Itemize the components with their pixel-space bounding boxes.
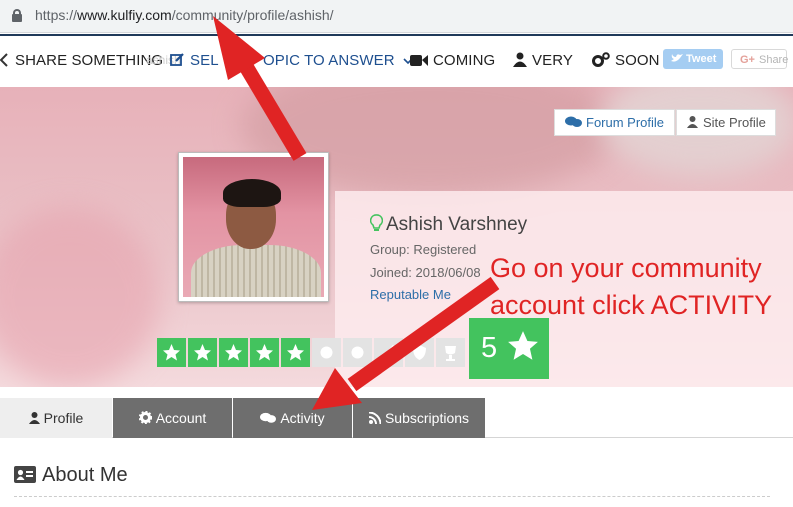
gears-icon xyxy=(592,52,610,67)
about-me-heading: About Me xyxy=(14,464,128,487)
google-share-label: Share xyxy=(758,54,789,66)
star-filled xyxy=(219,338,248,367)
user-icon xyxy=(513,52,527,67)
nav-soon-label: SOON xyxy=(615,52,660,69)
star-icon xyxy=(256,344,273,361)
google-plus-icon: G+ xyxy=(740,54,755,66)
url-host: www.kulfiy.com xyxy=(77,7,172,23)
nav-topic-label: OPIC TO ANSWER xyxy=(263,52,395,69)
profile-group: Group: Registered xyxy=(370,242,477,257)
tab-profile[interactable]: Profile xyxy=(0,398,112,438)
browser-address-bar[interactable]: https://www.kulfiy.com/community/profile… xyxy=(0,0,793,33)
profile-rank-link[interactable]: Reputable Me xyxy=(370,287,451,302)
forum-profile-button[interactable]: Forum Profile xyxy=(554,109,675,136)
shield-badge-icon xyxy=(413,345,426,360)
star-icon xyxy=(163,344,180,361)
address-url[interactable]: https://www.kulfiy.com/community/profile… xyxy=(35,7,334,23)
tweet-button[interactable]: Tweet xyxy=(663,49,723,69)
url-scheme: https:// xyxy=(35,7,78,23)
avatar-photo xyxy=(183,157,324,297)
nav-very-label: VERY xyxy=(532,52,573,69)
tweet-label: Tweet xyxy=(686,53,717,65)
sun-badge-icon xyxy=(320,346,333,359)
url-path: /community/profile/ashish/ xyxy=(171,7,334,23)
profile-name: Ashish Varshney xyxy=(370,214,527,236)
profile-joined: Joined: 2018/06/08 xyxy=(370,265,481,280)
forum-profile-label: Forum Profile xyxy=(586,115,665,130)
star-filled xyxy=(281,338,310,367)
rating-value: 5 xyxy=(481,332,498,364)
lightbulb-icon xyxy=(370,214,383,231)
tab-subscriptions[interactable]: Subscriptions xyxy=(353,398,485,438)
comments-icon xyxy=(565,116,582,127)
badge-empty xyxy=(312,338,341,367)
nav-select-topic[interactable]: SEL xyxy=(170,52,219,69)
tab-account-label: Account xyxy=(155,410,207,426)
section-divider xyxy=(14,496,770,497)
rss-icon xyxy=(368,412,381,424)
site-profile-label: Site Profile xyxy=(703,115,766,130)
star-filled xyxy=(188,338,217,367)
user-icon xyxy=(28,412,40,424)
site-profile-button[interactable]: Site Profile xyxy=(676,109,776,136)
nav-coming[interactable]: COMING xyxy=(410,52,495,69)
star-filled xyxy=(157,338,186,367)
annotation-line-2: account click ACTIVITY xyxy=(490,290,773,320)
comments-icon xyxy=(260,412,277,423)
badge-empty xyxy=(436,338,465,367)
gear-icon xyxy=(138,411,152,424)
id-card-icon xyxy=(14,466,36,483)
trophy-badge-icon xyxy=(445,346,456,361)
star-icon xyxy=(287,344,304,361)
video-camera-icon xyxy=(410,55,428,66)
tab-account[interactable]: Account xyxy=(113,398,232,438)
star-icon xyxy=(508,331,539,360)
nav-select-label: SEL xyxy=(190,52,219,69)
profile-tabs: Profile Account Activity Subscriptions xyxy=(0,398,793,438)
badge-empty xyxy=(405,338,434,367)
about-me-title: About Me xyxy=(42,464,128,486)
sun-badge-icon xyxy=(351,346,364,359)
nav-very[interactable]: VERY xyxy=(513,52,573,69)
annotation-line-1: Go on your community xyxy=(490,253,762,283)
twitter-bird-icon xyxy=(671,54,683,62)
tab-subscriptions-label: Subscriptions xyxy=(384,410,470,426)
edit-icon xyxy=(170,53,184,66)
tab-activity-label: Activity xyxy=(280,410,325,426)
nav-soon[interactable]: SOON xyxy=(592,52,660,69)
nav-share-label: SHARE SOMETHING xyxy=(15,52,164,69)
profile-name-text: Ashish Varshney xyxy=(386,214,528,235)
nav-topic-to-answer[interactable]: OPIC TO ANSWER xyxy=(263,52,413,69)
star-icon xyxy=(194,344,211,361)
tab-activity[interactable]: Activity xyxy=(233,398,352,438)
lock-icon xyxy=(12,9,22,22)
cover-blur-shape xyxy=(0,207,160,387)
badge-empty xyxy=(343,338,372,367)
badge-empty xyxy=(374,338,403,367)
google-share-button[interactable]: G+ Share xyxy=(731,49,789,69)
nav-share-something[interactable]: SHARE SOMETHING xyxy=(0,52,163,69)
share-icon xyxy=(0,53,8,67)
user-icon xyxy=(687,116,698,128)
star-icon xyxy=(225,344,242,361)
star-filled xyxy=(250,338,279,367)
avatar[interactable] xyxy=(178,152,329,302)
rating-badge: 5 xyxy=(469,318,549,379)
page-root: https://www.kulfiy.com/community/profile… xyxy=(0,0,793,507)
feather-badge-icon xyxy=(381,345,396,360)
nav-coming-label: COMING xyxy=(433,52,496,69)
tab-profile-label: Profile xyxy=(43,410,84,426)
top-navigation: SHARE SOMETHING ashish SEL OPIC TO ANSWE… xyxy=(0,34,793,86)
